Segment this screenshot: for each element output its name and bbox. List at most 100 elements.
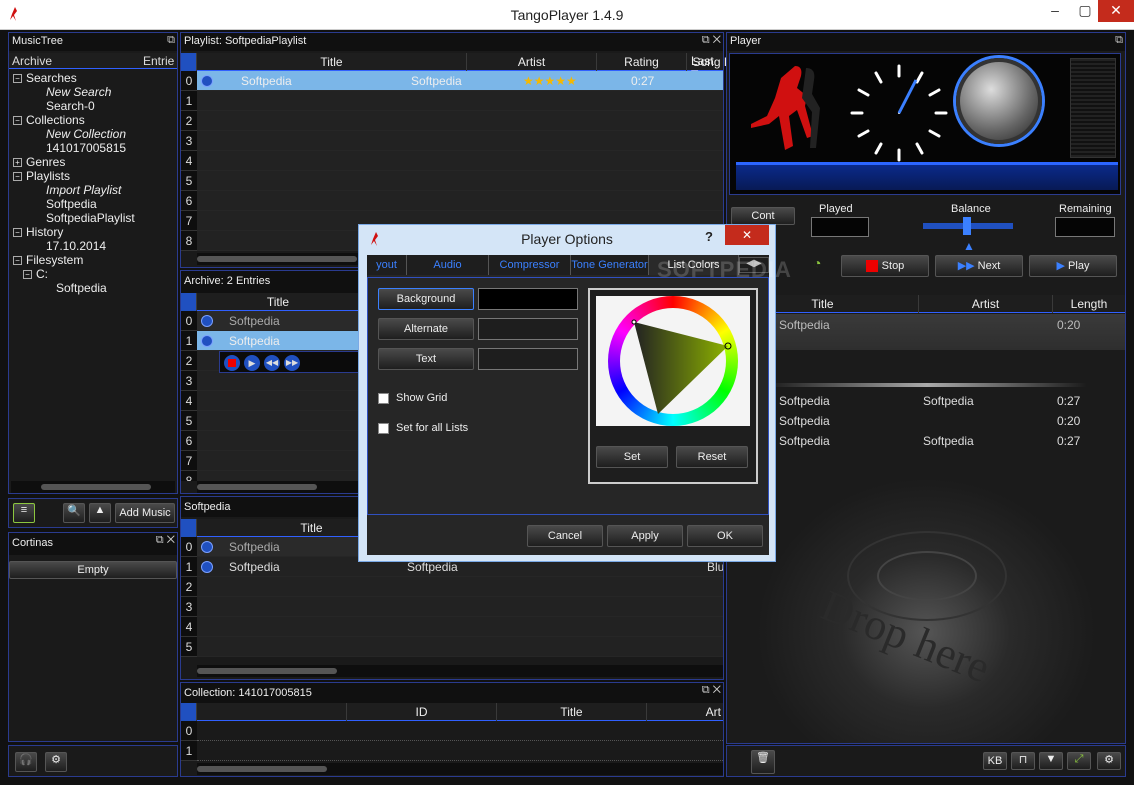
col-artist[interactable]: Artist <box>919 295 1053 313</box>
table-row[interactable] <box>197 597 723 617</box>
maximize-button[interactable]: ▢ <box>1070 0 1100 22</box>
softpedia-hscroll[interactable] <box>197 665 723 677</box>
play-icon[interactable] <box>201 315 213 327</box>
table-row[interactable] <box>197 741 723 761</box>
next-button[interactable]: ▶▶ Next <box>935 255 1023 277</box>
play-button[interactable]: ▶ Play <box>1029 255 1117 277</box>
settings-button[interactable]: ⚙ <box>45 752 67 772</box>
set-all-checkbox[interactable] <box>378 423 389 434</box>
tree-node[interactable]: Softpedia <box>13 281 173 295</box>
tree-node[interactable]: − History <box>13 225 173 239</box>
collapse-icon[interactable]: − <box>13 116 22 126</box>
col-length[interactable]: Length <box>1053 295 1125 313</box>
alternate-button[interactable]: Alternate <box>378 318 474 340</box>
collapse-icon[interactable]: − <box>13 74 22 84</box>
table-row[interactable] <box>197 191 723 211</box>
col-title[interactable]: Title <box>197 293 359 311</box>
search-button[interactable]: 🔍 <box>63 503 85 523</box>
down-button[interactable]: ▼ <box>1039 752 1063 770</box>
playlist-window-icons[interactable]: ⧉ ✕ <box>702 34 721 47</box>
col-title[interactable]: Title <box>497 703 647 721</box>
tree-node[interactable]: 17.10.2014 <box>13 239 173 253</box>
tree-node[interactable]: − C: <box>13 267 173 281</box>
tree-node[interactable]: 141017005815 <box>13 141 173 155</box>
eject-button[interactable]: ▲ <box>89 503 111 523</box>
cancel-button[interactable]: Cancel <box>527 525 603 547</box>
tree-node[interactable]: + Genres <box>13 155 173 169</box>
tree-node[interactable]: New Collection <box>13 127 173 141</box>
cortinas-window-icons[interactable]: ⧉ ✕ <box>156 534 175 547</box>
tree-node[interactable]: − Searches <box>13 71 173 85</box>
drop-zone[interactable]: Drop here <box>727 451 1125 743</box>
trash-button[interactable]: 🗑 <box>751 750 775 774</box>
table-row[interactable] <box>197 471 359 481</box>
collapse-icon[interactable]: − <box>13 228 22 238</box>
table-row[interactable] <box>197 721 723 741</box>
collection-window-icons[interactable]: ⧉ ✕ <box>702 684 721 697</box>
tab-tone-generator[interactable]: Tone Generator <box>571 255 649 275</box>
background-swatch[interactable] <box>478 288 578 310</box>
tree-hscroll[interactable] <box>11 481 175 493</box>
expand-icon[interactable]: + <box>13 158 22 168</box>
col-id[interactable]: ID <box>347 703 497 721</box>
progress-bar[interactable] <box>736 162 1118 190</box>
table-row[interactable] <box>197 577 723 597</box>
text-button[interactable]: Text <box>378 348 474 370</box>
collapse-icon[interactable]: − <box>23 270 32 280</box>
tree-node[interactable]: − Filesystem <box>13 253 173 267</box>
tab-compressor[interactable]: Compressor <box>489 255 571 275</box>
queue-row[interactable]: Softpedia 0:20 <box>727 411 1125 431</box>
background-button[interactable]: Background <box>378 288 474 310</box>
table-row[interactable] <box>197 91 723 111</box>
alternate-swatch[interactable] <box>478 318 578 340</box>
table-row[interactable] <box>197 451 359 471</box>
table-row[interactable] <box>197 431 359 451</box>
reset-button[interactable]: Reset <box>676 446 748 468</box>
table-row[interactable] <box>197 637 723 657</box>
tab-layout[interactable]: yout <box>367 255 407 275</box>
tree-node[interactable]: SoftpediaPlaylist <box>13 211 173 225</box>
color-wheel[interactable] <box>596 296 750 426</box>
queue-current-row[interactable]: Softpedia 0:20 <box>727 314 1125 350</box>
tab-audio[interactable]: Audio <box>407 255 489 275</box>
collapse-icon[interactable]: − <box>13 256 22 266</box>
col-artist[interactable]: Artist <box>467 53 597 71</box>
table-row[interactable] <box>197 171 723 191</box>
queue-row[interactable]: Softpedia Softpedia 0:27 <box>727 431 1125 451</box>
col-archive[interactable]: Archive <box>12 54 52 68</box>
table-row[interactable]: Softpedia Softpedia ★★★★★ 0:27 <box>197 71 723 91</box>
queue-row[interactable]: Softpedia Softpedia 0:27 <box>727 391 1125 411</box>
play-icon[interactable] <box>201 75 213 87</box>
minimize-button[interactable]: – <box>1040 0 1070 22</box>
col-blank[interactable] <box>197 703 347 721</box>
volume-knob[interactable] <box>956 58 1042 144</box>
collection-hscroll[interactable] <box>197 763 723 775</box>
help-button[interactable]: ? <box>705 229 713 244</box>
headphones-button[interactable]: 🎧 <box>15 752 37 772</box>
close-button[interactable]: ✕ <box>1098 0 1134 22</box>
col-entries[interactable]: Entrie <box>143 54 174 68</box>
table-row[interactable] <box>197 131 723 151</box>
ok-button[interactable]: OK <box>687 525 763 547</box>
kb-button[interactable]: KB <box>983 752 1007 770</box>
table-row[interactable]: Softpedia <box>197 331 359 351</box>
col-artist[interactable]: Art <box>647 703 723 721</box>
play-icon[interactable]: ▶ <box>244 355 260 371</box>
text-swatch[interactable] <box>478 348 578 370</box>
music-tree[interactable]: − Searches New Search Search-0− Collections N… <box>13 71 173 295</box>
tree-node[interactable]: Search-0 <box>13 99 173 113</box>
undock-icon[interactable]: ⧉ <box>167 34 175 47</box>
set-button[interactable]: Set <box>596 446 668 468</box>
tree-node[interactable]: Import Playlist <box>13 183 173 197</box>
wifi-icon[interactable]: ◔ <box>813 255 833 275</box>
collapse-icon[interactable]: − <box>13 172 22 182</box>
cont-button[interactable]: Cont <box>731 207 795 225</box>
table-row[interactable] <box>197 617 723 637</box>
play-icon[interactable] <box>201 541 213 553</box>
rewind-icon[interactable]: ◀◀ <box>264 355 280 371</box>
table-row[interactable] <box>197 391 359 411</box>
tree-node[interactable]: − Collections <box>13 113 173 127</box>
dialog-close-button[interactable]: ✕ <box>725 225 769 245</box>
col-title[interactable]: Title <box>197 53 467 71</box>
table-row[interactable]: Softpedia <box>197 311 359 331</box>
